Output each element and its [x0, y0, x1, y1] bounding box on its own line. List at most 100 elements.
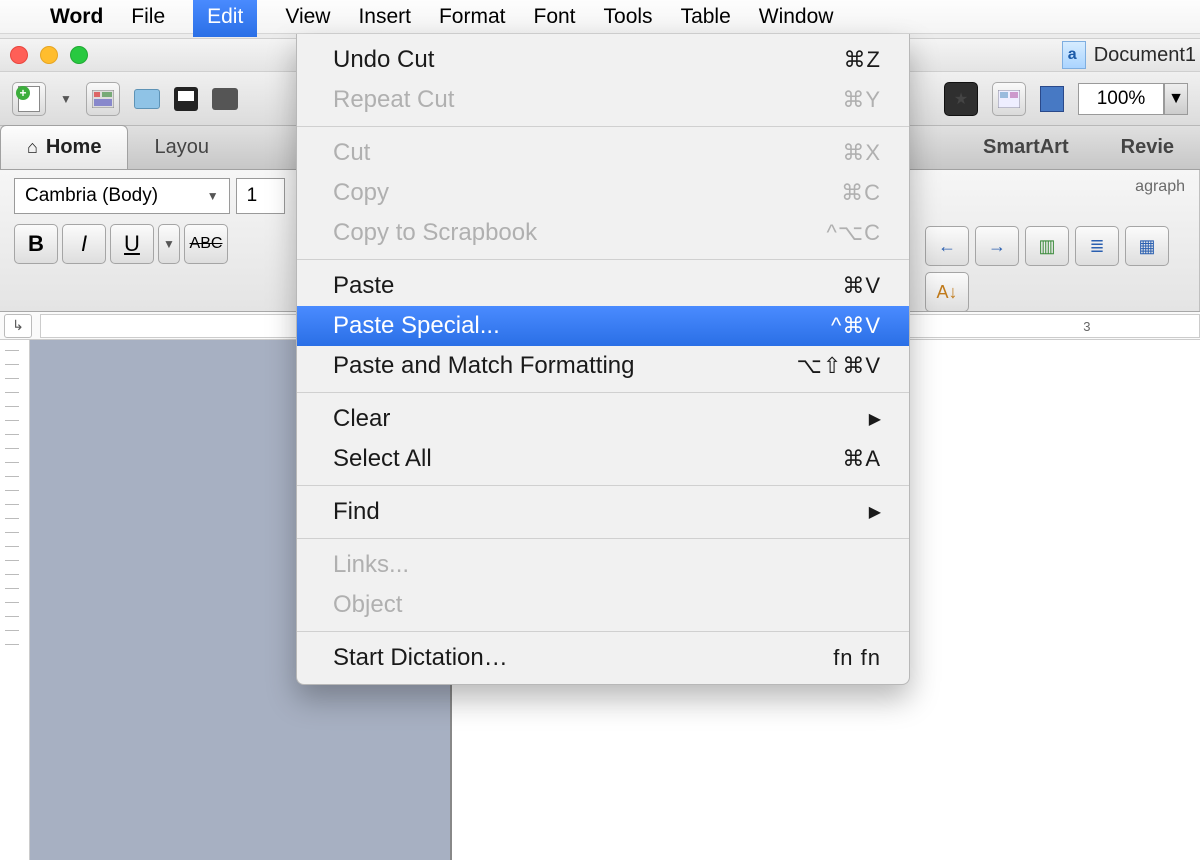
menu-item-shortcut: ⌥⇧⌘V	[797, 353, 881, 379]
menu-item-copy-to-scrapbook: Copy to Scrapbook ^⌥C	[297, 213, 909, 253]
line-spacing-button[interactable]: ≣	[1075, 226, 1119, 266]
mac-menubar: Word File Edit View Insert Format Font T…	[0, 0, 1200, 34]
submenu-arrow-icon: ▶	[869, 502, 881, 522]
menu-item-label: Start Dictation…	[333, 644, 508, 672]
menubar-window[interactable]: Window	[759, 5, 834, 29]
menubar-edit[interactable]: Edit	[193, 0, 257, 37]
menu-separator	[297, 538, 909, 539]
font-size-combo[interactable]: 1	[236, 178, 285, 214]
grid-icon	[92, 90, 114, 108]
menu-item-copy: Copy⌘C	[297, 173, 909, 213]
menu-item-paste[interactable]: Paste ⌘V	[297, 266, 909, 306]
tab-smartart[interactable]: SmartArt	[957, 126, 1095, 169]
menu-item-undo-cut[interactable]: Undo Cut ⌘Z	[297, 40, 909, 80]
zoom-field[interactable]: 100%	[1078, 83, 1164, 115]
font-name-combo[interactable]: Cambria (Body) ▼	[14, 178, 230, 214]
menu-item-label: Clear	[333, 405, 390, 433]
home-icon: ⌂	[27, 137, 38, 158]
borders-button[interactable]: ▦	[1125, 226, 1169, 266]
menu-item-start-dictation[interactable]: Start Dictation… fn fn	[297, 638, 909, 678]
italic-button[interactable]: I	[62, 224, 106, 264]
menubar-tools[interactable]: Tools	[604, 5, 653, 29]
gallery-icon	[998, 90, 1020, 108]
menu-item-links: Links...	[297, 545, 909, 585]
menu-item-shortcut: ^⌘V	[831, 313, 881, 339]
tab-stop-selector[interactable]: ↳	[4, 314, 32, 338]
new-document-button[interactable]: +	[12, 82, 46, 116]
menu-item-paste-special[interactable]: Paste Special... ^⌘V	[297, 306, 909, 346]
menu-separator	[297, 392, 909, 393]
media-button[interactable]	[1040, 86, 1064, 112]
underline-button[interactable]: U	[110, 224, 154, 264]
menubar-app-name[interactable]: Word	[50, 5, 103, 29]
menu-item-shortcut: ⌘Y	[842, 87, 881, 113]
menu-item-label: Select All	[333, 445, 432, 473]
menu-item-shortcut: ⌘V	[842, 273, 881, 299]
menu-item-shortcut: ⌘X	[842, 140, 881, 166]
zoom-dropdown-button[interactable]: ▼	[1164, 83, 1188, 115]
menu-item-label: Links...	[333, 551, 409, 579]
tab-review[interactable]: Revie	[1095, 126, 1200, 169]
minimize-window-icon[interactable]	[40, 46, 58, 64]
submenu-arrow-icon: ▶	[869, 409, 881, 429]
menu-item-clear[interactable]: Clear ▶	[297, 399, 909, 439]
window-title: Document1	[1094, 44, 1196, 67]
menubar-font[interactable]: Font	[534, 5, 576, 29]
menu-separator	[297, 126, 909, 127]
menubar-insert[interactable]: Insert	[358, 5, 411, 29]
menu-item-shortcut: ⌘A	[842, 446, 881, 472]
tab-layout[interactable]: Layou	[128, 126, 235, 169]
menu-separator	[297, 485, 909, 486]
menu-separator	[297, 631, 909, 632]
font-name-value: Cambria (Body)	[25, 185, 158, 207]
menubar-view[interactable]: View	[285, 5, 330, 29]
menu-item-object: Object	[297, 585, 909, 625]
menu-item-label: Undo Cut	[333, 46, 434, 74]
sort-button[interactable]: A↓	[925, 272, 969, 312]
vertical-ruler[interactable]	[0, 340, 30, 860]
increase-indent-button[interactable]	[975, 226, 1019, 266]
menu-item-paste-and-match-formatting[interactable]: Paste and Match Formatting ⌥⇧⌘V	[297, 346, 909, 386]
tab-home-label: Home	[46, 136, 102, 159]
ruler-mark-3: 3	[1083, 319, 1090, 334]
menu-separator	[297, 259, 909, 260]
document-icon	[1062, 41, 1086, 69]
menu-item-label: Paste Special...	[333, 312, 500, 340]
bold-button[interactable]: B	[14, 224, 58, 264]
edit-menu-dropdown: Undo Cut⌘ZRepeat Cut⌘YCut⌘XCopy⌘CCopy to…	[296, 34, 910, 685]
decrease-indent-button[interactable]	[925, 226, 969, 266]
dropdown-arrow-icon[interactable]: ▼	[60, 92, 72, 106]
font-size-value: 1	[247, 185, 258, 207]
close-window-icon[interactable]	[10, 46, 28, 64]
menu-item-shortcut: ^⌥C	[826, 220, 881, 246]
chevron-down-icon: ▼	[199, 189, 219, 203]
menubar-file[interactable]: File	[131, 5, 165, 29]
save-button[interactable]	[174, 87, 198, 111]
strikethrough-button[interactable]: ABC	[184, 224, 228, 264]
favorites-button[interactable]	[944, 82, 978, 116]
menubar-format[interactable]: Format	[439, 5, 506, 29]
menu-item-label: Repeat Cut	[333, 86, 454, 114]
menu-item-repeat-cut: Repeat Cut ⌘Y	[297, 80, 909, 120]
ribbon-group-font: Cambria (Body) ▼ 1 B I U ▼ ABC	[0, 170, 300, 311]
plus-icon: +	[16, 86, 30, 100]
zoom-window-icon[interactable]	[70, 46, 88, 64]
gallery-button[interactable]	[992, 82, 1026, 116]
traffic-lights	[10, 46, 88, 64]
underline-dropdown[interactable]: ▼	[158, 224, 180, 264]
menu-item-select-all[interactable]: Select All ⌘A	[297, 439, 909, 479]
open-button[interactable]	[134, 89, 160, 109]
menubar-table[interactable]: Table	[681, 5, 731, 29]
menu-item-shortcut: ⌘Z	[844, 47, 881, 73]
templates-button[interactable]	[86, 82, 120, 116]
print-button[interactable]	[212, 88, 238, 110]
menu-item-label: Copy to Scrapbook	[333, 219, 537, 247]
menu-item-label: Paste and Match Formatting	[333, 352, 634, 380]
menu-item-label: Paste	[333, 272, 394, 300]
menu-item-shortcut: fn fn	[833, 645, 881, 671]
menu-item-label: Find	[333, 498, 380, 526]
menu-item-find[interactable]: Find ▶	[297, 492, 909, 532]
text-direction-button[interactable]: ▥	[1025, 226, 1069, 266]
tab-home[interactable]: ⌂ Home	[0, 125, 128, 169]
menu-item-label: Copy	[333, 179, 389, 207]
